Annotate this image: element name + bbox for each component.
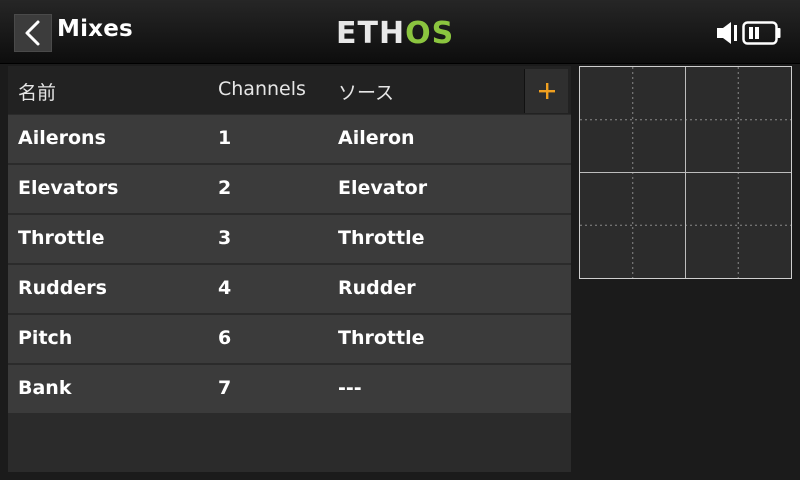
- column-header-channels[interactable]: Channels: [218, 78, 306, 100]
- battery-icon[interactable]: [742, 20, 782, 46]
- preview-grid: [580, 67, 791, 278]
- mix-name: Throttle: [18, 227, 105, 249]
- mix-source: Throttle: [338, 327, 425, 349]
- table-header: 名前 Channels ソース: [8, 66, 571, 114]
- mix-row[interactable]: Elevators 2 Elevator: [8, 165, 571, 213]
- mixes-screen: Mixes ETH OS 名前 Channels ソース Ailerons 1 …: [0, 0, 800, 480]
- mix-source: ---: [338, 377, 362, 399]
- mix-channel: 4: [218, 277, 232, 299]
- brand-logo-part1: ETH: [336, 15, 406, 51]
- mix-row[interactable]: Ailerons 1 Aileron: [8, 115, 571, 163]
- back-button[interactable]: [14, 14, 52, 52]
- mixes-table: 名前 Channels ソース Ailerons 1 Aileron Eleva…: [8, 66, 571, 472]
- mix-row[interactable]: Bank 7 ---: [8, 365, 571, 413]
- mix-channel: 3: [218, 227, 232, 249]
- mix-source: Aileron: [338, 127, 415, 149]
- mix-row[interactable]: Rudders 4 Rudder: [8, 265, 571, 313]
- mix-channel: 6: [218, 327, 232, 349]
- mix-name: Pitch: [18, 327, 73, 349]
- mix-channel: 7: [218, 377, 232, 399]
- mix-source: Elevator: [338, 177, 428, 199]
- mix-name: Elevators: [18, 177, 119, 199]
- mix-row[interactable]: Throttle 3 Throttle: [8, 215, 571, 263]
- mix-name: Ailerons: [18, 127, 106, 149]
- mix-row[interactable]: Pitch 6 Throttle: [8, 315, 571, 363]
- page-title: Mixes: [57, 16, 133, 42]
- mix-channel: 2: [218, 177, 232, 199]
- column-header-source[interactable]: ソース: [338, 78, 394, 105]
- brand-logo: ETH OS: [336, 15, 455, 51]
- add-mix-button[interactable]: [524, 69, 568, 113]
- top-bar: Mixes ETH OS: [0, 0, 800, 64]
- brand-logo-part2: OS: [405, 15, 455, 51]
- mix-channel: 1: [218, 127, 232, 149]
- speaker-icon[interactable]: [715, 20, 739, 46]
- mix-source: Throttle: [338, 227, 425, 249]
- mix-source: Rudder: [338, 277, 416, 299]
- mix-preview-graph: [579, 66, 792, 279]
- mix-name: Bank: [18, 377, 72, 399]
- plus-icon: [538, 83, 555, 99]
- column-header-name[interactable]: 名前: [18, 78, 56, 105]
- chevron-left-icon: [25, 20, 40, 46]
- mix-name: Rudders: [18, 277, 107, 299]
